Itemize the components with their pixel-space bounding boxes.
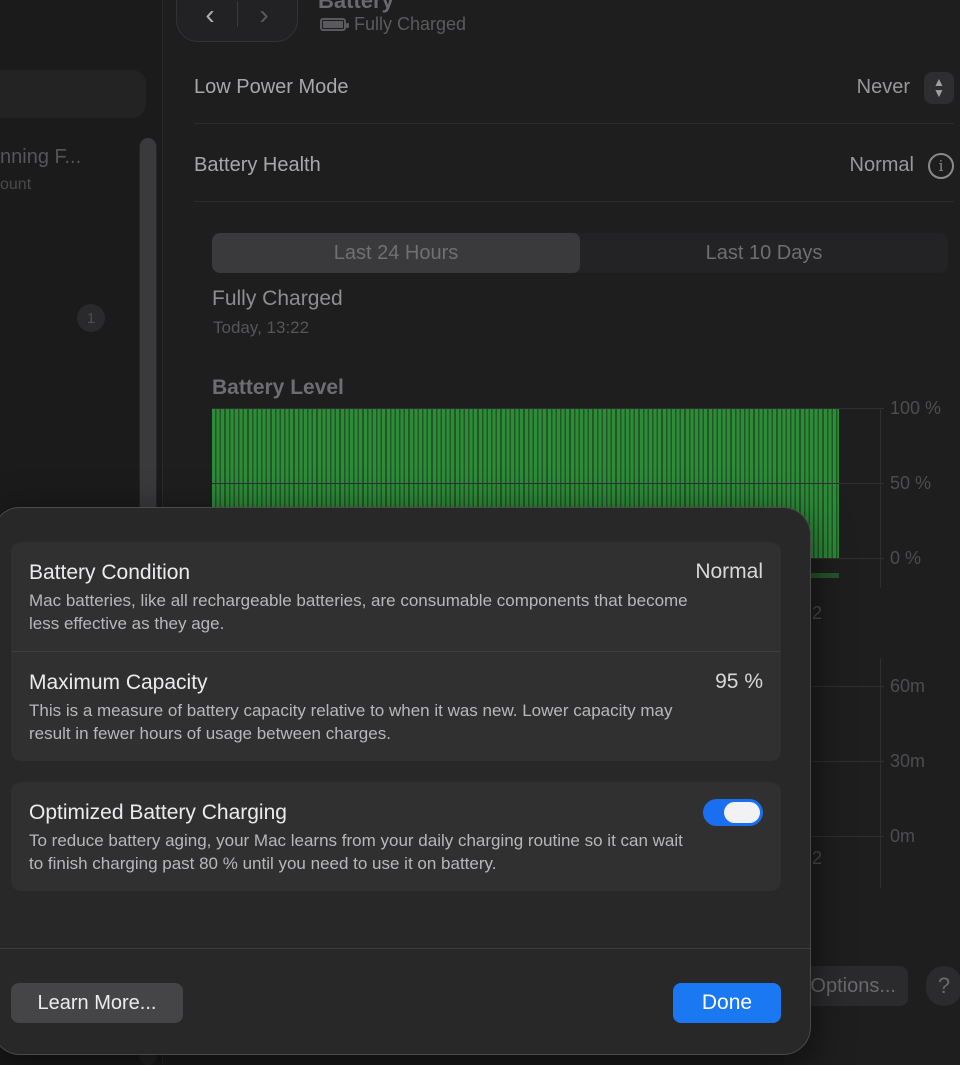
battery-condition-description: Mac batteries, like all rechargeable bat… bbox=[29, 591, 688, 633]
toggle-knob bbox=[724, 802, 760, 823]
y2-tick-label: 30m bbox=[890, 751, 926, 771]
sidebar-scrollbar-thumb[interactable] bbox=[140, 138, 156, 518]
gridline-100 bbox=[212, 408, 884, 409]
sheet-divider bbox=[0, 948, 810, 949]
sidebar-notification-badge: 1 bbox=[77, 304, 105, 332]
chevron-left-icon[interactable]: ‹ bbox=[185, 0, 235, 35]
up-down-chevron-icon[interactable]: ▲ ▼ bbox=[924, 71, 954, 104]
done-button[interactable]: Done bbox=[673, 983, 781, 1023]
optimized-charging-description: To reduce battery aging, your Mac learns… bbox=[29, 831, 683, 873]
sidebar-search-field[interactable] bbox=[0, 70, 146, 118]
battery-health-label: Battery Health bbox=[194, 154, 321, 176]
battery-health-row: Battery Health Normal i bbox=[194, 130, 954, 202]
battery-condition-row: Battery Condition Normal Mac batteries, … bbox=[11, 542, 781, 651]
battery-status: Fully Charged bbox=[320, 14, 466, 35]
chart-title: Battery Level bbox=[212, 376, 344, 399]
y-tick-label: 100 % bbox=[890, 398, 942, 418]
battery-health-control: Normal i bbox=[849, 152, 954, 179]
battery-health-sheet: Battery Condition Normal Mac batteries, … bbox=[0, 507, 811, 1055]
maximum-capacity-row: Maximum Capacity 95 % This is a measure … bbox=[11, 651, 781, 761]
page-title: Battery bbox=[318, 0, 394, 13]
low-power-mode-label: Low Power Mode bbox=[194, 76, 349, 98]
battery-condition-value: Normal bbox=[695, 560, 763, 583]
tab-last-10-days[interactable]: Last 10 Days bbox=[580, 233, 948, 273]
help-button[interactable]: ? bbox=[926, 966, 960, 1006]
chart-right-border bbox=[880, 408, 881, 588]
learn-more-button[interactable]: Learn More... bbox=[11, 983, 183, 1023]
sidebar-user-name[interactable]: nning F... bbox=[0, 146, 81, 169]
battery-icon bbox=[320, 18, 349, 31]
battery-status-text: Fully Charged bbox=[354, 14, 467, 34]
chart2-right-border bbox=[880, 658, 881, 888]
nav-separator bbox=[237, 1, 238, 27]
system-settings-window: nning F... ount 1 ‹ › Battery Fully Char… bbox=[0, 0, 960, 1065]
gridline-50 bbox=[212, 483, 884, 484]
y-tick-label: 0 % bbox=[890, 548, 922, 568]
optimized-charging-row: Optimized Battery Charging To reduce bat… bbox=[11, 782, 781, 891]
charge-status-title: Fully Charged bbox=[212, 287, 343, 310]
battery-health-value: Normal bbox=[849, 154, 914, 176]
optimized-charging-card: Optimized Battery Charging To reduce bat… bbox=[11, 782, 781, 891]
sidebar-user-subtitle: ount bbox=[0, 176, 32, 193]
options-button[interactable]: Options... bbox=[798, 966, 908, 1006]
low-power-mode-value[interactable]: Never bbox=[857, 76, 910, 99]
battery-condition-title: Battery Condition bbox=[29, 561, 191, 584]
x-tick-label: 2 bbox=[812, 603, 823, 623]
info-icon[interactable]: i bbox=[928, 152, 954, 179]
maximum-capacity-description: This is a measure of battery capacity re… bbox=[29, 701, 673, 743]
maximum-capacity-value: 95 % bbox=[715, 670, 763, 693]
battery-info-card: Battery Condition Normal Mac batteries, … bbox=[11, 542, 781, 761]
maximum-capacity-title: Maximum Capacity bbox=[29, 671, 208, 694]
optimized-charging-toggle[interactable] bbox=[703, 799, 763, 826]
optimized-charging-title: Optimized Battery Charging bbox=[29, 801, 287, 824]
low-power-mode-control[interactable]: Never ▲ ▼ bbox=[857, 71, 954, 104]
navigation-buttons: ‹ › bbox=[176, 0, 298, 42]
charge-status-time: Today, 13:22 bbox=[213, 318, 310, 337]
tab-last-24-hours[interactable]: Last 24 Hours bbox=[212, 233, 580, 273]
x-tick-label: 2 bbox=[812, 848, 823, 868]
y-tick-label: 50 % bbox=[890, 473, 932, 493]
y2-tick-label: 0m bbox=[890, 826, 916, 846]
low-power-mode-row: Low Power Mode Never ▲ ▼ bbox=[194, 52, 954, 124]
y2-tick-label: 60m bbox=[890, 676, 926, 696]
chevron-right-icon[interactable]: › bbox=[239, 0, 289, 35]
time-range-tabs: Last 24 Hours Last 10 Days bbox=[212, 233, 948, 273]
